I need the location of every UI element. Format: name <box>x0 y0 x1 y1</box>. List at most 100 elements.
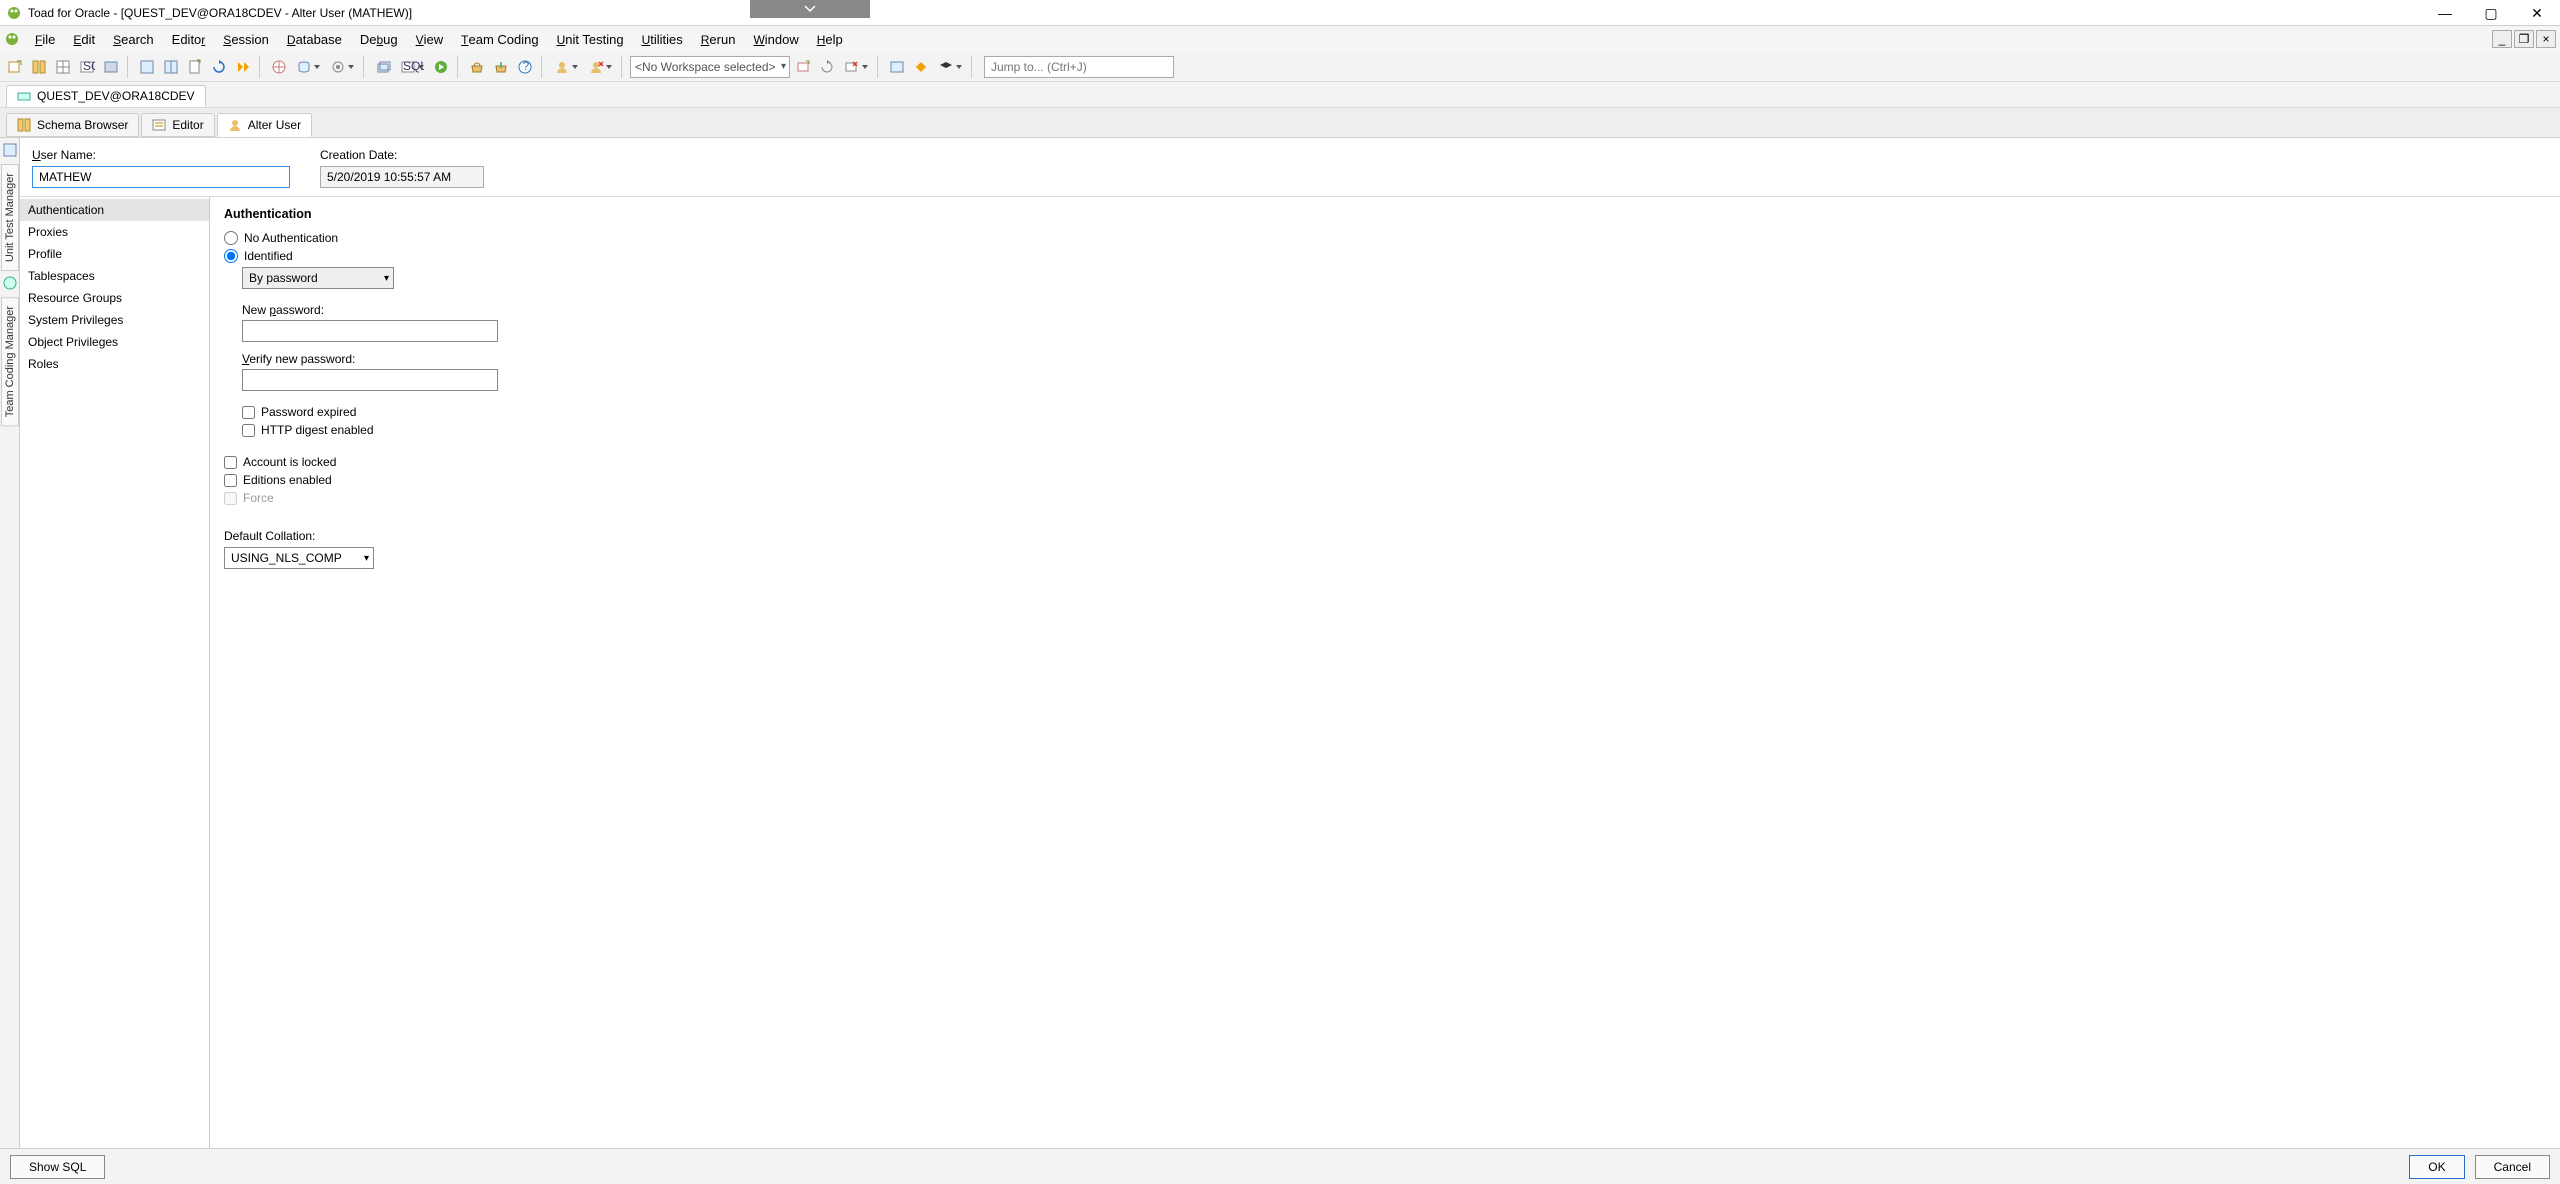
menu-view[interactable]: View <box>407 29 453 50</box>
workspace-refresh-icon[interactable] <box>816 56 838 78</box>
execute-icon[interactable] <box>232 56 254 78</box>
db-gear-dropdown-icon[interactable] <box>326 56 358 78</box>
titlebar-notch[interactable] <box>750 0 870 18</box>
team-coding-manager-icon[interactable] <box>2 275 18 291</box>
minimize-button[interactable]: — <box>2422 0 2468 26</box>
menu-file[interactable]: File <box>26 29 64 50</box>
basket-1-icon[interactable] <box>466 56 488 78</box>
menu-help[interactable]: Help <box>808 29 852 50</box>
tab-alter-user[interactable]: Alter User <box>217 113 312 137</box>
http-digest-checkbox[interactable] <box>242 424 255 437</box>
help-icon[interactable]: ? <box>514 56 536 78</box>
no-authentication-label: No Authentication <box>244 231 338 245</box>
ok-button[interactable]: OK <box>2409 1155 2464 1179</box>
workspace-remove-dropdown-icon[interactable] <box>840 56 872 78</box>
tab-schema-browser[interactable]: Schema Browser <box>6 113 139 137</box>
close-button[interactable]: ✕ <box>2514 0 2560 26</box>
grid-icon[interactable] <box>52 56 74 78</box>
menu-window[interactable]: Window <box>744 29 807 50</box>
menu-bar: File Edit Search Editor Session Database… <box>0 26 2560 52</box>
username-input[interactable] <box>32 166 290 188</box>
http-digest-row: HTTP digest enabled <box>242 423 2546 437</box>
user-delete-dropdown-icon[interactable] <box>584 56 616 78</box>
identified-mode-select[interactable]: By password ▾ <box>242 267 394 289</box>
tab-editor[interactable]: Editor <box>141 113 214 137</box>
schema-browser-tab-icon <box>17 118 31 132</box>
new-script-icon[interactable] <box>184 56 206 78</box>
toad-app-icon-small <box>4 31 20 47</box>
mdi-close[interactable]: × <box>2536 30 2556 48</box>
mdi-minimize[interactable]: _ <box>2492 30 2512 48</box>
verify-password-input[interactable] <box>242 369 498 391</box>
maximize-button[interactable]: ▢ <box>2468 0 2514 26</box>
menu-unit-testing[interactable]: Unit Testing <box>548 29 633 50</box>
no-authentication-radio[interactable] <box>224 231 238 245</box>
account-locked-checkbox[interactable] <box>224 456 237 469</box>
default-collation-select[interactable]: USING_NLS_COMP ▾ <box>224 547 374 569</box>
toolbar-separator <box>621 56 625 78</box>
vert-tab-team-coding-manager[interactable]: Team Coding Manager <box>1 297 19 426</box>
panel-1-icon[interactable] <box>136 56 158 78</box>
dialog-footer: Show SQL OK Cancel <box>0 1148 2560 1184</box>
schema-browser-icon[interactable] <box>28 56 50 78</box>
window-stack-icon[interactable] <box>372 56 394 78</box>
menu-editor[interactable]: Editor <box>163 29 215 50</box>
nav-proxies[interactable]: Proxies <box>20 221 209 243</box>
workspace-selector[interactable]: <No Workspace selected> ▾ <box>630 56 790 78</box>
db-dropdown-icon[interactable] <box>292 56 324 78</box>
sql-recall-dropdown-icon[interactable]: SQL <box>396 56 428 78</box>
jump-to-input[interactable] <box>984 56 1174 78</box>
show-sql-button[interactable]: Show SQL <box>10 1155 105 1179</box>
verify-password-label: Verify new password: <box>242 352 2546 366</box>
nav-object-privileges[interactable]: Object Privileges <box>20 331 209 353</box>
username-label: User Name: <box>32 148 290 162</box>
menu-edit[interactable]: Edit <box>64 29 104 50</box>
mdi-restore[interactable]: ❐ <box>2514 30 2534 48</box>
title-bar: Toad for Oracle - [QUEST_DEV@ORA18CDEV -… <box>0 0 2560 26</box>
nav-profile[interactable]: Profile <box>20 243 209 265</box>
toolbar-separator <box>259 56 263 78</box>
nav-authentication[interactable]: Authentication <box>20 199 209 221</box>
run-play-icon[interactable] <box>430 56 452 78</box>
content-area: User Name: Creation Date: Authentication… <box>20 138 2560 1148</box>
tc-window-icon[interactable] <box>886 56 908 78</box>
menu-search[interactable]: Search <box>104 29 163 50</box>
window-list-icon[interactable] <box>100 56 122 78</box>
split-pane: Authentication Proxies Profile Tablespac… <box>20 196 2560 1148</box>
user-dropdown-a-icon[interactable] <box>550 56 582 78</box>
identified-radio[interactable] <box>224 249 238 263</box>
workspace-add-icon[interactable] <box>792 56 814 78</box>
default-collation-value: USING_NLS_COMP <box>231 551 342 565</box>
new-password-input[interactable] <box>242 320 498 342</box>
tc-checkout-icon[interactable] <box>910 56 932 78</box>
force-row: Force <box>224 491 2546 505</box>
tc-graduation-dropdown-icon[interactable] <box>934 56 966 78</box>
menu-utilities[interactable]: Utilities <box>633 29 692 50</box>
menu-session[interactable]: Session <box>214 29 278 50</box>
identified-label: Identified <box>244 249 293 263</box>
password-expired-row: Password expired <box>242 405 2546 419</box>
main-toolbar: SQL SQL ? <No Workspace selected> ▾ <box>0 52 2560 82</box>
nav-resource-groups[interactable]: Resource Groups <box>20 287 209 309</box>
password-expired-checkbox[interactable] <box>242 406 255 419</box>
workspace-selector-text: <No Workspace selected> <box>635 60 776 74</box>
menu-team-coding[interactable]: Team Coding <box>452 29 547 50</box>
cancel-button[interactable]: Cancel <box>2475 1155 2550 1179</box>
sql-editor-icon[interactable]: SQL <box>76 56 98 78</box>
new-connection-icon[interactable] <box>4 56 26 78</box>
menu-database[interactable]: Database <box>278 29 351 50</box>
nav-system-privileges[interactable]: System Privileges <box>20 309 209 331</box>
nav-roles[interactable]: Roles <box>20 353 209 375</box>
chevron-down-icon: ▾ <box>364 553 369 564</box>
nav-tablespaces[interactable]: Tablespaces <box>20 265 209 287</box>
vert-tab-unit-test-manager[interactable]: Unit Test Manager <box>1 164 19 271</box>
unit-test-manager-icon[interactable] <box>2 142 18 158</box>
menu-rerun[interactable]: Rerun <box>692 29 745 50</box>
refresh-icon[interactable] <box>208 56 230 78</box>
globe-icon[interactable] <box>268 56 290 78</box>
basket-2-icon[interactable] <box>490 56 512 78</box>
menu-debug[interactable]: Debug <box>351 29 407 50</box>
connection-tab[interactable]: QUEST_DEV@ORA18CDEV <box>6 85 206 107</box>
panel-2-icon[interactable] <box>160 56 182 78</box>
editions-enabled-checkbox[interactable] <box>224 474 237 487</box>
